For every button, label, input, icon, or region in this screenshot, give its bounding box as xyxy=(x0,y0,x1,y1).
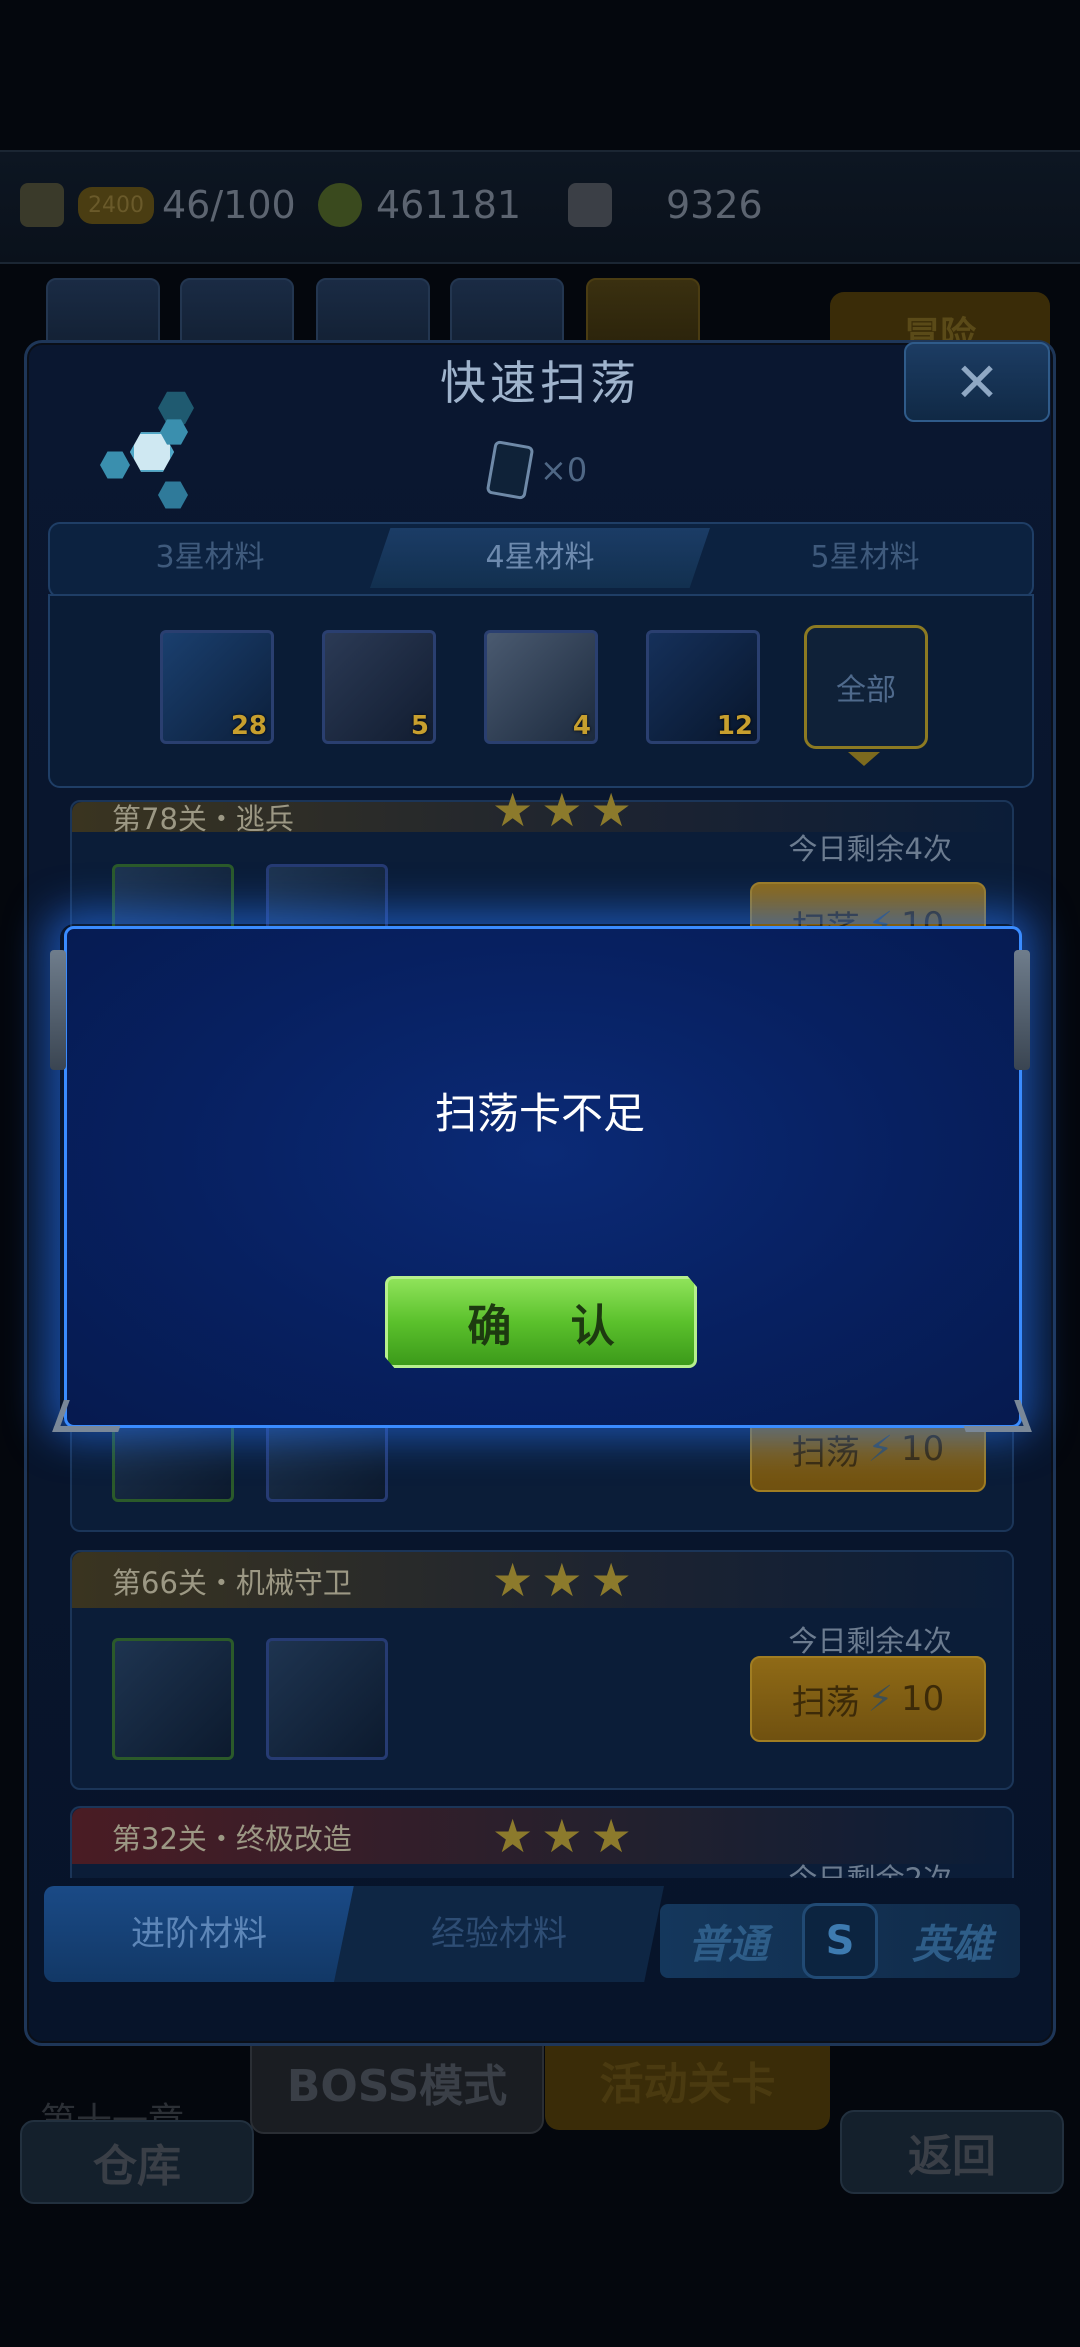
confirm-button[interactable]: 确 认 xyxy=(385,1276,697,1368)
drop-item[interactable] xyxy=(266,1638,388,1760)
sweep-card-icon xyxy=(485,439,535,501)
sweep-cost: 10 xyxy=(901,1429,945,1469)
gold-coin-icon xyxy=(318,183,362,227)
sweep-button[interactable]: 扫荡 ⚡ 10 xyxy=(750,1656,986,1742)
sweep-card-count: ×0 xyxy=(485,439,610,501)
sweep-cost: 10 xyxy=(901,1679,945,1719)
material-count: 28 xyxy=(230,711,267,741)
hex-decoration-icon xyxy=(100,390,200,510)
gem-value: 9326 xyxy=(666,183,763,227)
stage-name: 第66关・机械守卫 xyxy=(112,1566,352,1600)
tab-4star-materials[interactable]: 4星材料 xyxy=(370,528,710,588)
energy-icon xyxy=(20,183,64,227)
material-count: 12 xyxy=(716,711,753,741)
material-item[interactable]: 28 xyxy=(160,630,274,744)
sweep-label: 扫荡 xyxy=(791,1432,860,1473)
all-materials-button[interactable]: 全部 xyxy=(804,625,928,749)
mode-toggle[interactable]: 普通 S 英雄 xyxy=(660,1903,1020,1979)
stage-stars: ★★★ xyxy=(492,783,640,837)
stage-row: 第32关・终极改造 ★★★ 今日剩余2次 xyxy=(70,1806,1014,1878)
switch-icon: S xyxy=(802,1903,878,1979)
dialog-bracket-right xyxy=(1014,950,1030,1070)
energy-bolt-icon: ⚡ xyxy=(867,1428,893,1470)
dialog-corner-right xyxy=(954,1400,1032,1432)
remaining-count: 今日剩余4次 xyxy=(788,832,952,866)
mode-normal-label: 普通 xyxy=(688,1922,768,1968)
gold-display: 461181 xyxy=(318,178,521,232)
close-button[interactable]: ✕ xyxy=(904,342,1050,422)
dialog-message: 扫荡卡不足 xyxy=(434,1089,645,1138)
back-button: 返回 xyxy=(840,2110,1064,2194)
dialog-bracket-left xyxy=(50,950,66,1070)
energy-bolt-icon: ⚡ xyxy=(867,1678,893,1720)
material-item[interactable]: 12 xyxy=(646,630,760,744)
energy-badge: 2400 xyxy=(78,186,154,224)
selected-arrow-icon xyxy=(848,752,880,766)
stage-stars: ★★★ xyxy=(492,1553,640,1607)
drop-item[interactable] xyxy=(112,1638,234,1760)
material-item[interactable]: 5 xyxy=(322,630,436,744)
stage-name: 第78关・逃兵 xyxy=(112,802,294,836)
energy-value: 46/100 xyxy=(162,183,296,227)
remaining-count: 今日剩余4次 xyxy=(788,1624,952,1658)
gold-value: 461181 xyxy=(376,183,522,227)
material-item[interactable]: 4 xyxy=(484,630,598,744)
mode-hero-label: 英雄 xyxy=(912,1922,992,1968)
tab-5star-materials[interactable]: 5星材料 xyxy=(710,528,1020,588)
sweep-card-quantity: ×0 xyxy=(540,451,588,489)
remaining-count: 今日剩余2次 xyxy=(789,1856,952,1878)
material-count: 4 xyxy=(572,711,591,741)
tab-3star-materials[interactable]: 3星材料 xyxy=(50,528,370,588)
stage-row: 第66关・机械守卫 ★★★ 今日剩余4次 扫荡 ⚡ 10 xyxy=(70,1550,1014,1790)
gem-icon xyxy=(568,183,612,227)
panel-title: 快速扫荡 xyxy=(440,356,640,410)
stage-name: 第32关・终极改造 xyxy=(112,1822,352,1856)
tab-advanced-materials[interactable]: 进阶材料 xyxy=(44,1886,354,1982)
material-count: 5 xyxy=(410,711,429,741)
dialog-corner-left xyxy=(52,1400,130,1432)
warehouse-button: 仓库 xyxy=(20,2120,254,2204)
gem-display: 9326 xyxy=(568,178,763,232)
sweep-label: 扫荡 xyxy=(791,1682,860,1723)
tab-exp-materials[interactable]: 经验材料 xyxy=(334,1886,664,1982)
stage-stars: ★★★ xyxy=(492,1809,640,1863)
energy-display: 2400 46/100 xyxy=(20,178,296,232)
